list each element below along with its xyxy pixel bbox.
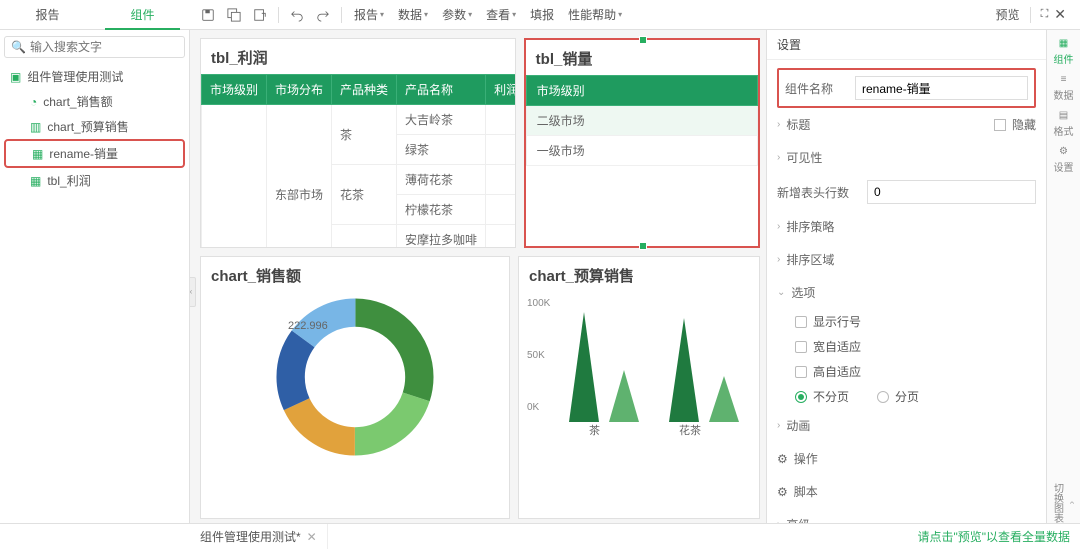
sideicon-format[interactable]: ▤格式 <box>1054 110 1074 138</box>
tab-report[interactable]: 报告 <box>0 0 95 30</box>
sheet-icon: ▣ <box>10 70 21 84</box>
side-icons: ▦组件 ≡数据 ▤格式 ⚙设置 ‹切换图表 <box>1046 30 1080 523</box>
section-visibility[interactable]: ›可见性 <box>777 141 1036 174</box>
section-title[interactable]: ›标题隐藏 <box>777 108 1036 141</box>
newhead-input[interactable] <box>867 180 1036 204</box>
tree-item-tbl-profit[interactable]: ▦ tbl_利润 <box>4 168 185 193</box>
menu-data[interactable]: 数据▾ <box>392 3 434 27</box>
section-options[interactable]: ⌄选项 <box>777 276 1036 309</box>
footer-tab[interactable]: 组件管理使用测试* ✕ <box>190 524 328 549</box>
menu-params[interactable]: 参数▾ <box>436 3 478 27</box>
fullscreen-icon[interactable]: ⛶ <box>1041 8 1049 21</box>
preview-button[interactable]: 预览 <box>996 6 1020 23</box>
toolbar: 报告▾ 数据▾ 参数▾ 查看▾ 填报 性能帮助▾ 预览 ⛶ ✕ <box>190 3 1080 27</box>
sideicon-settings[interactable]: ⚙设置 <box>1054 146 1074 174</box>
tree-item-rename-sales[interactable]: ▦ rename-销量 <box>4 139 185 168</box>
panel-chart-sales[interactable]: chart_销售额 222.996 <box>200 256 510 519</box>
collapse-sidebar-icon[interactable]: ‹ <box>190 277 196 307</box>
menu-fill[interactable]: 填报 <box>524 3 560 27</box>
save-icon[interactable] <box>196 3 220 27</box>
section-script[interactable]: ⚙脚本 <box>777 475 1036 508</box>
check-wauto[interactable]: 宽自适应 <box>777 334 1036 359</box>
radio-nopage[interactable]: 不分页 <box>795 384 849 409</box>
sideicon-data[interactable]: ≡数据 <box>1054 74 1074 102</box>
tree-item-chart-budget[interactable]: ▥ chart_预算销售 <box>4 114 185 139</box>
newhead-label: 新增表头行数 <box>777 184 861 201</box>
search-icon: 🔍 <box>11 40 26 54</box>
tree-item-chart-sales[interactable]: ◔ chart_销售额 <box>4 89 185 114</box>
search-input[interactable]: 🔍 <box>4 36 185 58</box>
bar-icon: ▥ <box>30 120 41 134</box>
save-as-icon[interactable] <box>222 3 246 27</box>
footer-hint: 请点击"预览"以查看全量数据 <box>917 528 1080 545</box>
section-anim[interactable]: ›动画 <box>777 409 1036 442</box>
panel-tbl-sales[interactable]: tbl_销量 市场级别 二级市场 一级市场 <box>524 38 760 248</box>
canvas: ‹ tbl_利润 市场级别市场分布产品种类产品名称利润_总 一级市场东部市场茶大… <box>190 30 766 523</box>
panel-title: chart_预算销售 <box>519 257 759 292</box>
panel-title: chart_销售额 <box>201 257 509 292</box>
panel-title: tbl_利润 <box>201 39 515 74</box>
name-label: 组件名称 <box>785 80 849 97</box>
gear-icon: ⚙ <box>1059 146 1068 157</box>
component-name-row: 组件名称 <box>777 68 1036 108</box>
check-rownum[interactable]: 显示行号 <box>777 309 1036 334</box>
settings-pane: 设置 组件名称 ›标题隐藏 ›可见性 新增表头行数 ›排序策略 ›排序区域 ⌄选… <box>766 30 1046 523</box>
sideicon-component[interactable]: ▦组件 <box>1054 38 1074 66</box>
spike-chart: 100K 50K 0K 茶 花茶 <box>519 292 759 432</box>
panel-tbl-profit[interactable]: tbl_利润 市场级别市场分布产品种类产品名称利润_总 一级市场东部市场茶大吉岭… <box>200 38 516 248</box>
gear-icon: ⚙ <box>777 452 788 466</box>
export-icon[interactable] <box>248 3 272 27</box>
menu-perf[interactable]: 性能帮助▾ <box>562 3 628 27</box>
radio-page[interactable]: 分页 <box>877 384 919 409</box>
table-icon: ▦ <box>30 174 41 188</box>
settings-head: 设置 <box>767 30 1046 60</box>
profit-table: 市场级别市场分布产品种类产品名称利润_总 一级市场东部市场茶大吉岭茶1, 绿茶1… <box>201 74 516 248</box>
format-icon: ▤ <box>1059 110 1068 121</box>
sales-table: 市场级别 二级市场 一级市场 <box>526 75 758 166</box>
panel-chart-budget[interactable]: chart_预算销售 100K 50K 0K 茶 花茶 <box>518 256 760 519</box>
menu-report[interactable]: 报告▾ <box>348 3 390 27</box>
table-icon: ▦ <box>32 147 43 161</box>
sidebar: 🔍 ▣ 组件管理使用测试 ◔ chart_销售额 ▥ chart_预算销售 ▦ … <box>0 30 190 523</box>
undo-icon[interactable] <box>285 3 309 27</box>
data-icon: ≡ <box>1061 74 1067 85</box>
section-ops[interactable]: ⚙操作 <box>777 442 1036 475</box>
pie-icon: ◔ <box>30 95 37 109</box>
section-sortarea[interactable]: ›排序区域 <box>777 243 1036 276</box>
component-name-input[interactable] <box>855 76 1028 100</box>
panel-title: tbl_销量 <box>526 40 758 75</box>
section-sort[interactable]: ›排序策略 <box>777 210 1036 243</box>
menu-view[interactable]: 查看▾ <box>480 3 522 27</box>
sideicon-switch[interactable]: ‹切换图表 <box>1050 483 1078 523</box>
check-hauto[interactable]: 高自适应 <box>777 359 1036 384</box>
gear-icon: ⚙ <box>777 485 788 499</box>
close-icon[interactable]: ✕ <box>1054 6 1066 23</box>
redo-icon[interactable] <box>311 3 335 27</box>
hide-checkbox[interactable] <box>994 119 1006 131</box>
section-adv[interactable]: ›高级 <box>777 508 1036 523</box>
donut-label: 222.996 <box>288 320 328 332</box>
close-tab-icon[interactable]: ✕ <box>307 530 317 544</box>
tree-root[interactable]: ▣ 组件管理使用测试 <box>4 64 185 89</box>
footer: 组件管理使用测试* ✕ 请点击"预览"以查看全量数据 <box>0 523 1080 549</box>
chevron-left-icon: ‹ <box>1067 501 1078 504</box>
donut-chart: 222.996 <box>270 292 440 462</box>
component-icon: ▦ <box>1059 38 1068 49</box>
tab-component[interactable]: 组件 <box>95 0 190 30</box>
